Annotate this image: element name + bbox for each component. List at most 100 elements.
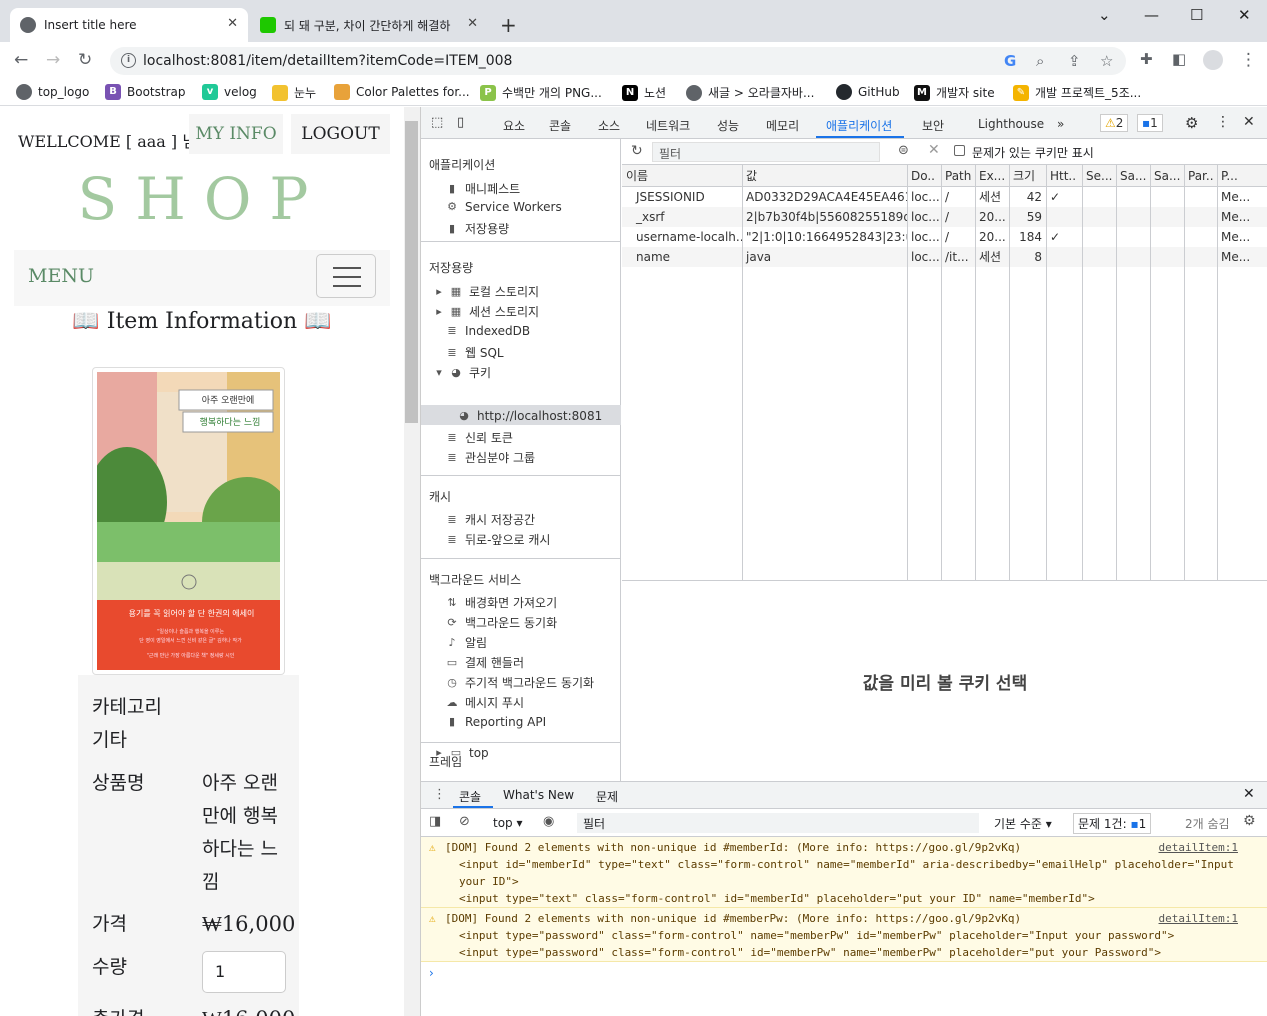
warnings-badge[interactable]: ⚠2 (1100, 114, 1129, 132)
column-header[interactable]: Ex... (975, 165, 1009, 187)
drawer-tab-whats-new[interactable]: What's New (503, 788, 574, 802)
clear-filtered-icon[interactable]: ⊜ (898, 143, 909, 158)
maximize-button[interactable]: ☐ (1190, 6, 1203, 24)
column-header[interactable]: Se... (1082, 165, 1116, 187)
logout-button[interactable]: LOGOUT (291, 114, 390, 154)
bookmark-item[interactable]: ✎ 개발 프로젝트_5조... (1013, 84, 1141, 101)
column-header[interactable]: Path (941, 165, 975, 187)
side-panel-icon[interactable]: ◧ (1172, 50, 1186, 68)
kebab-icon[interactable]: ⋮ (1216, 114, 1230, 130)
tab-insert-title[interactable]: Insert title here ✕ (10, 8, 248, 42)
console-filter-input[interactable]: 필터 (577, 813, 979, 833)
bookmark-star-icon[interactable]: ☆ (1100, 52, 1113, 70)
bookmark-item[interactable]: N 노션 (622, 84, 666, 101)
sidebar-item-web-sql[interactable]: ≣ 웹 SQL (446, 344, 503, 361)
google-icon[interactable]: G (1004, 52, 1016, 70)
column-header[interactable]: Sa... (1150, 165, 1184, 187)
clear-console-icon[interactable]: ⊘ (459, 814, 470, 829)
bookmark-item[interactable]: Color Palettes for... (334, 84, 470, 100)
source-link[interactable]: detailItem:1 (1159, 841, 1238, 854)
more-tabs-icon[interactable]: » (1057, 117, 1064, 131)
bookmark-item[interactable]: M 개발자 site (914, 84, 995, 101)
profile-avatar[interactable] (1203, 50, 1223, 70)
only-issues-checkbox[interactable] (954, 145, 965, 156)
sidebar-toggle-icon[interactable]: ◨ (429, 814, 441, 829)
column-header[interactable]: Do.. (907, 165, 941, 187)
sidebar-item-bg-fetch[interactable]: ⇅ 배경화면 가져오기 (446, 594, 557, 611)
extensions-icon[interactable]: ✚ (1140, 50, 1153, 68)
bookmark-item[interactable]: top_logo (16, 84, 89, 100)
bookmark-item[interactable]: 새글 > 오라클자바... (686, 84, 814, 101)
device-toolbar-icon[interactable]: ▯ (457, 115, 464, 130)
close-tab-icon[interactable]: ✕ (467, 16, 478, 31)
sidebar-item-notifications[interactable]: ♪ 알림 (446, 634, 487, 651)
column-header[interactable]: Htt.. (1046, 165, 1082, 187)
sidebar-item-trust-tokens[interactable]: ≣ 신뢰 토큰 (446, 429, 513, 446)
address-bar[interactable]: i localhost:8081/item/detailItem?itemCod… (110, 47, 1126, 75)
tab-sources[interactable]: 소스 (598, 117, 620, 134)
sidebar-item-bfcache[interactable]: ≣ 뒤로-앞으로 캐시 (446, 531, 550, 548)
bookmark-item[interactable]: P 수백만 개의 PNG... (480, 84, 602, 101)
tab-console[interactable]: 콘솔 (549, 117, 571, 134)
messages-badge[interactable]: ▪1 (1137, 114, 1163, 132)
tab-network[interactable]: 네트워크 (646, 117, 690, 134)
forward-button[interactable]: → (46, 50, 60, 70)
sidebar-item-cache-storage[interactable]: ≣ 캐시 저장공간 (446, 511, 535, 528)
drawer-menu-icon[interactable]: ⋮ (433, 787, 446, 802)
close-drawer-icon[interactable]: ✕ (1243, 786, 1255, 802)
hamburger-button[interactable] (316, 254, 376, 298)
zoom-icon[interactable]: ⌕ (1036, 52, 1044, 70)
console-settings-icon[interactable]: ⚙ (1243, 813, 1256, 829)
scrollbar-thumb[interactable] (405, 121, 418, 423)
reload-button[interactable]: ↻ (78, 50, 92, 70)
column-header[interactable]: 크기 (1009, 165, 1046, 187)
issues-button[interactable]: 문제 1건: ▪1 (1073, 813, 1152, 834)
tab-security[interactable]: 보안 (922, 117, 944, 134)
column-header[interactable]: Sa... (1116, 165, 1150, 187)
site-info-icon[interactable]: i (121, 53, 136, 68)
sidebar-item-local-storage[interactable]: ▸ ▦ 로컬 스토리지 (435, 283, 539, 300)
tab-elements[interactable]: 요소 (503, 117, 525, 134)
log-level-select[interactable]: 기본 수준 ▾ (994, 815, 1052, 832)
sidebar-item-cookie-origin[interactable]: ◕ http://localhost:8081 (458, 409, 602, 423)
bookmark-item[interactable]: GitHub (836, 84, 900, 100)
quantity-input[interactable]: 1 (202, 951, 286, 993)
menu-kebab-icon[interactable]: ⋮ (1240, 50, 1257, 70)
live-expression-eye-icon[interactable]: ◉ (543, 814, 554, 829)
my-info-button[interactable]: MY INFO (189, 114, 283, 154)
tab-naver-blog[interactable]: 되 돼 구분, 차이 간단하게 해결하 ✕ (250, 8, 488, 42)
sidebar-item-service-workers[interactable]: ⚙ Service Workers (446, 200, 562, 214)
tab-search-icon[interactable]: ⌄ (1098, 6, 1111, 24)
sidebar-item-frame-top[interactable]: ▸ ▭ top (435, 746, 488, 760)
bookmark-item[interactable]: B Bootstrap (105, 84, 185, 100)
sidebar-item-storage[interactable]: ▮ 저장용량 (446, 220, 509, 237)
sidebar-item-session-storage[interactable]: ▸ ▦ 세션 스토리지 (435, 303, 539, 320)
settings-gear-icon[interactable]: ⚙ (1185, 114, 1198, 132)
drawer-tab-console[interactable]: 콘솔 (459, 788, 481, 805)
source-link[interactable]: detailItem:1 (1159, 912, 1238, 925)
sidebar-item-interest-groups[interactable]: ≣ 관심분야 그룹 (446, 449, 535, 466)
column-header[interactable]: 이름 (622, 165, 742, 187)
drawer-tab-issues[interactable]: 문제 (596, 788, 618, 805)
column-header[interactable]: 값 (742, 165, 907, 187)
sidebar-item-push[interactable]: ☁ 메시지 푸시 (446, 694, 525, 711)
new-tab-button[interactable]: + (500, 13, 517, 37)
close-devtools-icon[interactable]: ✕ (1243, 114, 1255, 130)
sidebar-item-periodic-sync[interactable]: ◷ 주기적 백그라운드 동기화 (446, 674, 594, 691)
sidebar-item-manifest[interactable]: ▮ 매니페스트 (446, 180, 520, 197)
tab-performance[interactable]: 성능 (717, 117, 739, 134)
tab-application[interactable]: 애플리케이션 (826, 117, 892, 134)
sidebar-item-cookies[interactable]: ▾ ◕ 쿠키 (435, 364, 491, 381)
share-icon[interactable]: ⇪ (1068, 52, 1081, 70)
back-button[interactable]: ← (14, 50, 28, 70)
inspect-icon[interactable]: ⬚ (431, 115, 443, 130)
console-prompt[interactable]: › (429, 966, 434, 980)
sidebar-item-reporting-api[interactable]: ▮ Reporting API (446, 715, 546, 729)
delete-all-icon[interactable]: ✕ (928, 142, 940, 158)
sidebar-item-indexeddb[interactable]: ≣ IndexedDB (446, 324, 530, 338)
tab-lighthouse[interactable]: Lighthouse (978, 117, 1044, 131)
sidebar-item-payment-handler[interactable]: ▭ 결제 핸들러 (446, 654, 524, 671)
refresh-icon[interactable]: ↻ (631, 143, 643, 159)
sidebar-item-bg-sync[interactable]: ⟳ 백그라운드 동기화 (446, 614, 557, 631)
column-header[interactable]: Par.. (1184, 165, 1217, 187)
